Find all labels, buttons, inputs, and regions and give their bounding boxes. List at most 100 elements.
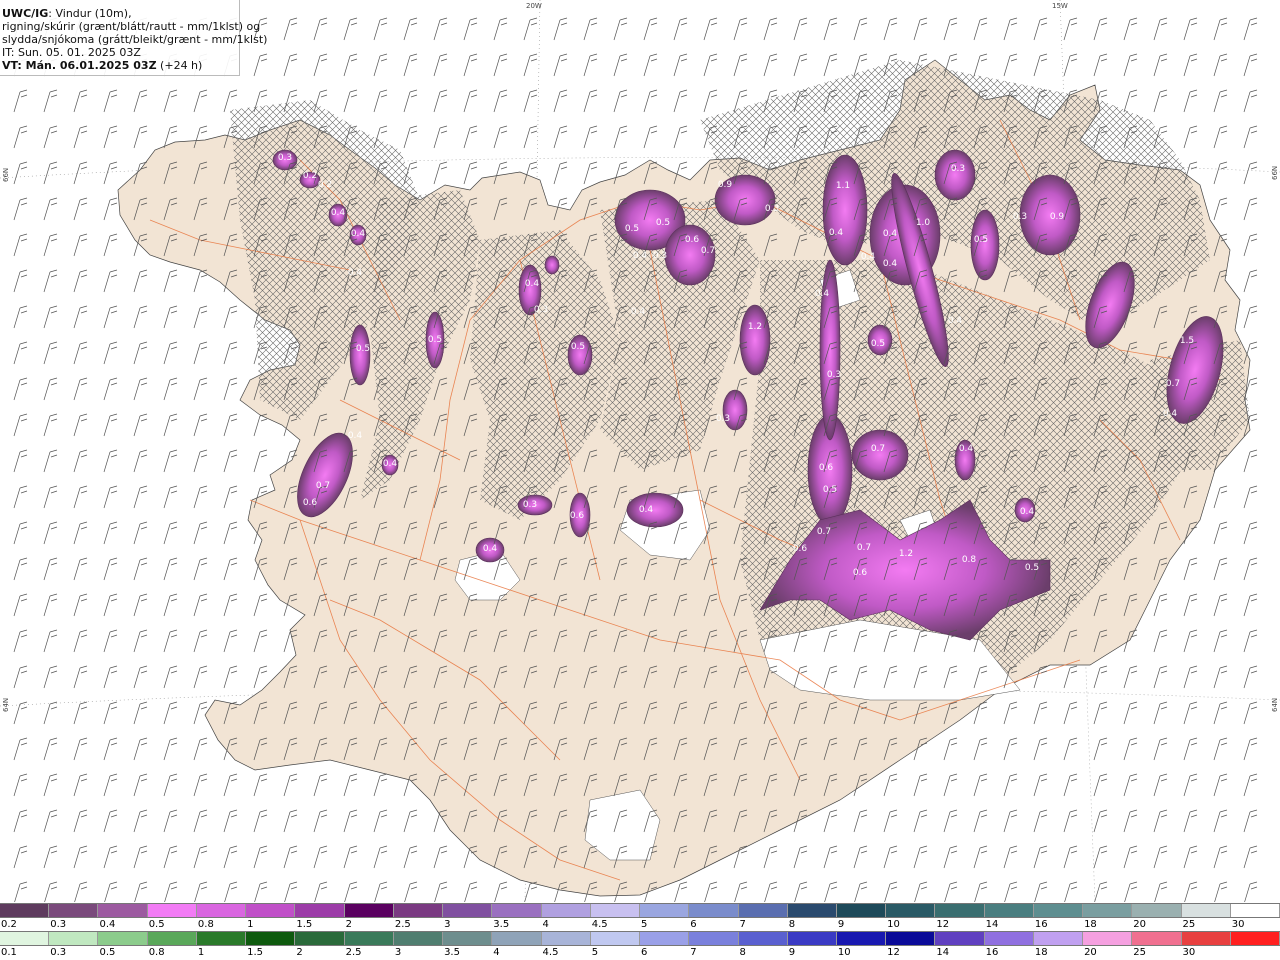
scale-swatch: [738, 932, 788, 945]
snow-value-label: 0.7: [1166, 379, 1180, 389]
scale-swatch: [443, 904, 493, 917]
scale-swatch: [49, 932, 99, 945]
snow-value-label: 0.9: [1050, 212, 1065, 222]
lon-label-15w: 15W: [1052, 2, 1068, 10]
snow-value-label: 1.0: [916, 218, 931, 228]
scale-label: 8: [788, 919, 796, 930]
scale-swatch: [0, 904, 50, 917]
snow-value-label: 0.3: [278, 153, 292, 163]
snow-value-label: 1.2: [899, 549, 913, 559]
scale-label: 6: [641, 947, 648, 958]
scale-swatch: [492, 904, 542, 917]
snow-scale-labels: 0.2 0.3 0.4 0.5 0.8 1 1.5 2 2.5 3 3.5 4 4.5 5 6 7 8 9 10 12…: [0, 919, 1280, 931]
lat-label-66n-left: 66N: [2, 167, 10, 182]
snow-value-label: 0.5: [871, 339, 885, 349]
snow-color-scale: [0, 903, 1280, 918]
lat-label-64n-left: 64N: [2, 697, 10, 712]
snow-value-label: 0.4: [1163, 409, 1178, 419]
scale-swatch: [1132, 932, 1182, 945]
scale-label: 12: [936, 919, 950, 930]
snow-value-label: 0.3: [523, 500, 537, 510]
scale-swatch: [689, 932, 739, 945]
snow-value-label: 0.2: [303, 171, 317, 181]
scale-swatch: [738, 904, 788, 917]
valid-offset: (+24 h): [156, 59, 203, 72]
scale-swatch: [935, 904, 985, 917]
snow-value-label: 0.3: [653, 251, 667, 261]
scale-label: 30: [1231, 919, 1245, 930]
snow-value-label: 0.3: [716, 414, 730, 424]
snow-value-label: 0.6: [793, 544, 808, 554]
snow-value-label: 0.8: [962, 555, 977, 565]
snow-value-label: 0.4: [1020, 507, 1035, 517]
scale-label: 18: [1084, 919, 1097, 930]
scale-swatch: [49, 904, 99, 917]
scale-swatch: [1230, 904, 1280, 917]
scale-label: 18: [1034, 947, 1048, 958]
header-line1: : Vindur (10m),: [48, 7, 132, 20]
scale-swatch: [246, 932, 296, 945]
scale-swatch: [393, 904, 444, 917]
scale-swatch: [1230, 932, 1280, 945]
scale-label: 3.5: [444, 947, 460, 958]
header-line2: rigning/skúrir (grænt/blátt/rautt - mm/1…: [2, 20, 261, 33]
scale-label: 7: [690, 947, 697, 958]
scale-label: 10: [837, 947, 851, 958]
scale-label: 2: [345, 919, 352, 930]
snow-value-label: 0.5: [428, 335, 442, 345]
scale-swatch: [640, 932, 690, 945]
scale-label: 1.5: [247, 947, 264, 958]
scale-label: 2.5: [345, 947, 362, 958]
scale-swatch: [640, 904, 690, 917]
map-info-box: UWC/IG: Vindur (10m), rigning/skúrir (gr…: [0, 0, 267, 76]
lat-label-66n-right: 66N: [1271, 165, 1279, 180]
snow-value-label: 0.4: [948, 316, 963, 326]
snow-value-label: 0.4: [383, 459, 398, 469]
snow-value-label: 0.3: [534, 305, 548, 315]
scale-label: 0.4: [99, 919, 116, 930]
scale-swatch: [1132, 904, 1182, 917]
scale-label: 1: [197, 947, 205, 958]
snow-value-label: 0.5: [656, 218, 670, 228]
scale-label: 12: [887, 947, 900, 958]
snow-value-label: 0.3: [827, 370, 841, 380]
scale-swatch: [196, 904, 247, 917]
scale-label: 0.3: [50, 947, 67, 958]
scale-swatch: [984, 932, 1034, 945]
scale-swatch: [590, 904, 641, 917]
snow-value-label: 0.4: [348, 431, 363, 441]
snow-value-label: 0.4: [829, 228, 844, 238]
snow-value-label: 0.2: [318, 180, 332, 190]
scale-swatch: [787, 932, 837, 945]
scale-swatch: [196, 932, 247, 945]
scale-swatch: [246, 904, 296, 917]
scale-label: 3.5: [493, 919, 510, 930]
scale-label: 4: [542, 919, 549, 930]
scale-swatch: [1083, 904, 1133, 917]
scale-swatch: [886, 904, 936, 917]
scale-label: 0.8: [197, 919, 214, 930]
scale-swatch: [295, 932, 345, 945]
snow-value-label: 0.7: [316, 481, 330, 491]
scale-swatch: [1181, 904, 1231, 917]
scale-label: 0.1: [1, 947, 17, 958]
scale-swatch: [147, 904, 197, 917]
scale-label: 6: [690, 919, 697, 930]
scale-label: 3: [444, 919, 451, 930]
scale-label: 4.5: [591, 919, 608, 930]
scale-label: 9: [788, 947, 796, 958]
scale-swatch: [98, 904, 148, 917]
snow-value-label: 1.2: [748, 322, 762, 332]
snow-value-label: 0.7: [857, 543, 871, 553]
scale-label: 20: [1133, 919, 1147, 930]
snow-value-label: 0.6: [853, 568, 868, 578]
snow-value-label: 0.5: [974, 235, 988, 245]
snow-value-label: 0.4: [351, 229, 366, 239]
scale-swatch: [295, 904, 345, 917]
snow-value-label: 0.5: [823, 485, 837, 495]
valid-time: VT: Mán. 06.01.2025 03Z: [2, 59, 157, 72]
scale-swatch: [689, 904, 739, 917]
scale-swatch: [541, 904, 591, 917]
scale-swatch: [344, 904, 394, 917]
scale-swatch: [935, 932, 985, 945]
